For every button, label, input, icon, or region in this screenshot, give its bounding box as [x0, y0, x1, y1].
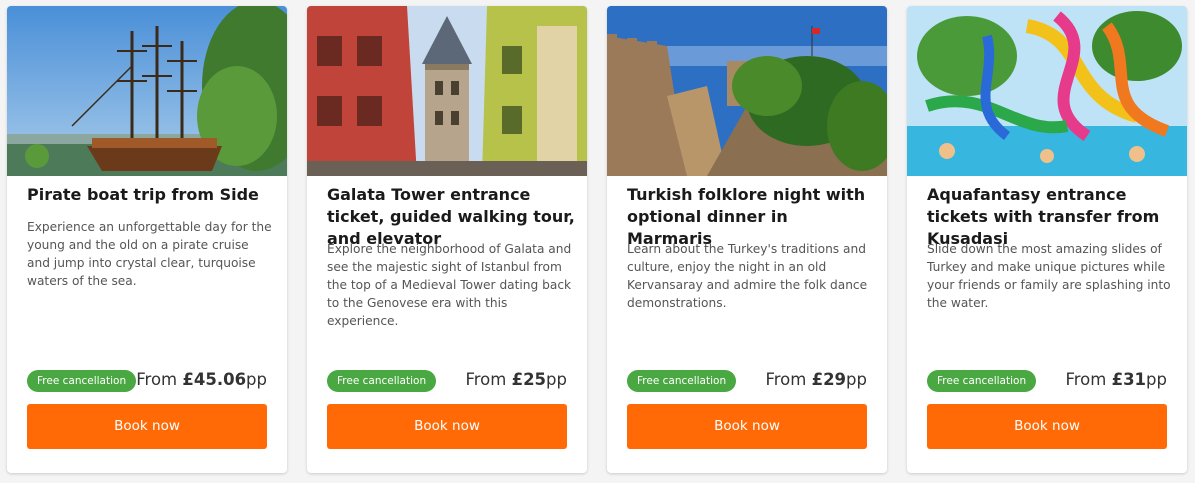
price: From £29pp: [765, 368, 867, 392]
pirate-ship-image: [7, 6, 287, 176]
price-prefix: From: [465, 370, 507, 389]
activity-photo[interactable]: [907, 6, 1187, 176]
activity-card[interactable]: Aquafantasy entrance tickets with transf…: [907, 6, 1187, 473]
price-amount: £45.06: [182, 370, 247, 389]
price-suffix: pp: [546, 370, 567, 389]
price-suffix: pp: [246, 370, 267, 389]
activity-title[interactable]: Pirate boat trip from Side: [27, 184, 275, 206]
free-cancellation-badge: Free cancellation: [627, 370, 737, 392]
activity-card-grid: Pirate boat trip from Side Experience an…: [0, 0, 1195, 483]
price-suffix: pp: [1146, 370, 1167, 389]
free-cancellation-badge: Free cancellation: [27, 370, 137, 392]
price-amount: £25: [511, 370, 547, 389]
activity-card[interactable]: Turkish folklore night with optional din…: [607, 6, 887, 473]
book-now-button[interactable]: Book now: [327, 404, 567, 449]
book-now-button[interactable]: Book now: [627, 404, 867, 449]
activity-photo[interactable]: [607, 6, 887, 176]
book-now-button[interactable]: Book now: [27, 404, 267, 449]
price-prefix: From: [136, 370, 178, 389]
castle-walls-image: [607, 6, 887, 176]
activity-photo[interactable]: [7, 6, 287, 176]
price-prefix: From: [765, 370, 807, 389]
free-cancellation-badge: Free cancellation: [327, 370, 437, 392]
activity-description: Experience an unforgettable day for the …: [27, 220, 272, 288]
activity-description: Slide down the most amazing slides of Tu…: [927, 242, 1171, 310]
free-cancellation-badge: Free cancellation: [927, 370, 1037, 392]
price-suffix: pp: [846, 370, 867, 389]
price-amount: £29: [811, 370, 847, 389]
waterpark-image: [907, 6, 1187, 176]
price-amount: £31: [1111, 370, 1147, 389]
price: From £25pp: [465, 368, 567, 392]
price-prefix: From: [1065, 370, 1107, 389]
book-now-button[interactable]: Book now: [927, 404, 1167, 449]
price: From £45.06pp: [136, 368, 267, 392]
activity-photo[interactable]: [307, 6, 587, 176]
activity-card[interactable]: Galata Tower entrance ticket, guided wal…: [307, 6, 587, 473]
activity-card[interactable]: Pirate boat trip from Side Experience an…: [7, 6, 287, 473]
galata-tower-image: [307, 6, 587, 176]
activity-description: Learn about the Turkey's traditions and …: [627, 242, 868, 310]
price: From £31pp: [1065, 368, 1167, 392]
activity-description: Explore the neighborhood of Galata and s…: [327, 242, 572, 328]
